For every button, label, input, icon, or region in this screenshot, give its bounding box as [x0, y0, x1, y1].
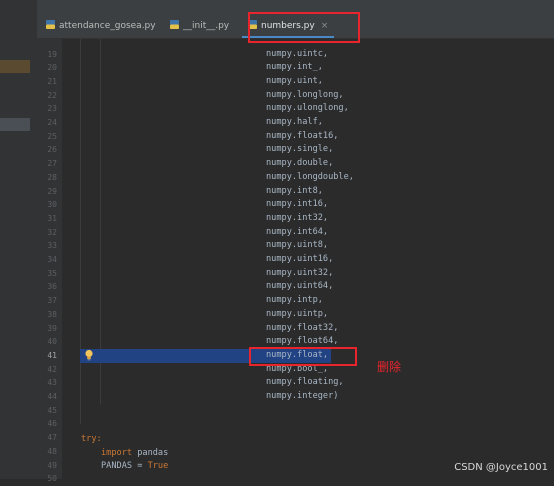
assign-target: PANDAS =	[101, 461, 148, 472]
code-line-try[interactable]: try:	[81, 433, 102, 447]
line-number: 20	[47, 63, 57, 73]
line-number: 28	[47, 172, 57, 182]
keyword-try: try:	[81, 434, 102, 444]
watermark: CSDN @Joyce1001	[454, 462, 548, 473]
code-line[interactable]: numpy.int64,	[266, 226, 328, 240]
tab-init[interactable]: __init__.py	[170, 14, 229, 38]
code-line[interactable]: numpy.int32,	[266, 212, 328, 226]
line-number: 25	[47, 131, 57, 141]
line-number: 27	[47, 159, 57, 169]
python-file-icon	[46, 20, 55, 29]
line-number: 39	[47, 323, 57, 333]
code-line[interactable]: numpy.int_,	[266, 61, 323, 75]
line-number: 49	[47, 460, 57, 470]
line-number: 42	[47, 364, 57, 374]
code-line[interactable]: numpy.uint16,	[266, 253, 333, 267]
line-number: 32	[47, 227, 57, 237]
line-number: 23	[47, 104, 57, 114]
code-line[interactable]: numpy.longdouble,	[266, 171, 354, 185]
line-number: 41	[47, 350, 57, 360]
code-line[interactable]: numpy.half,	[266, 116, 323, 130]
tab-attendance-gosea[interactable]: attendance_gosea.py	[46, 14, 156, 38]
code-line[interactable]: numpy.float16,	[266, 130, 338, 144]
code-line[interactable]: numpy.intp,	[266, 294, 323, 308]
line-number: 38	[47, 309, 57, 319]
line-number: 47	[47, 433, 57, 443]
line-number: 46	[47, 419, 57, 429]
code-line[interactable]: numpy.int8,	[266, 185, 323, 199]
line-number: 35	[47, 268, 57, 278]
line-number: 33	[47, 241, 57, 251]
code-line[interactable]: numpy.uint,	[266, 75, 323, 89]
keyword-true: True	[147, 461, 169, 472]
line-number: 37	[47, 296, 57, 306]
line-number: 30	[47, 200, 57, 210]
code-line[interactable]: numpy.uintc,	[266, 48, 328, 62]
code-line[interactable]: numpy.single,	[266, 143, 333, 157]
code-line[interactable]: numpy.float32,	[266, 322, 338, 336]
import-module: pandas	[132, 447, 169, 458]
line-number: 44	[47, 392, 57, 401]
line-number: 34	[47, 255, 57, 264]
highlight-box-tab	[248, 12, 360, 43]
python-file-icon	[170, 20, 179, 29]
highlight-box-line	[249, 347, 357, 366]
code-line[interactable]: numpy.ulonglong,	[266, 102, 349, 116]
code-line[interactable]: numpy.uintp,	[266, 308, 328, 322]
line-number: 24	[47, 118, 57, 127]
line-number: 36	[47, 282, 57, 292]
annotation-delete: 删除	[377, 360, 402, 374]
line-number: 29	[47, 186, 57, 196]
tab-label: attendance_gosea.py	[59, 21, 156, 31]
code-line[interactable]: numpy.double,	[266, 157, 333, 171]
code-line[interactable]: numpy.uint8,	[266, 239, 328, 253]
code-line[interactable]: numpy.uint64,	[266, 280, 333, 294]
project-tree-row[interactable]	[0, 118, 30, 131]
line-number: 21	[47, 76, 57, 86]
line-number: 40	[47, 337, 57, 347]
line-number: 48	[47, 446, 57, 456]
code-line[interactable]: numpy.longlong,	[266, 89, 344, 103]
line-number: 22	[47, 90, 57, 100]
project-tree-selected-row[interactable]	[0, 60, 30, 73]
code-line-pandas-assign[interactable]: PANDAS = True	[101, 460, 168, 474]
code-line[interactable]: numpy.uint32,	[266, 267, 333, 281]
line-number: 50	[47, 474, 57, 484]
lightbulb-icon[interactable]	[84, 349, 94, 361]
line-number: 43	[47, 378, 57, 388]
line-number: 31	[47, 213, 57, 223]
project-panel-strip	[0, 0, 37, 479]
code-line-import[interactable]: import pandas	[101, 447, 168, 461]
code-line[interactable]: numpy.integer)	[266, 390, 338, 404]
line-number: 26	[47, 145, 57, 155]
code-line[interactable]: numpy.floating,	[266, 376, 344, 390]
keyword-import: import	[101, 447, 133, 458]
line-number: 45	[47, 405, 57, 415]
indent-guide	[80, 39, 81, 424]
line-number: 19	[47, 49, 57, 59]
code-line[interactable]: numpy.int16,	[266, 198, 328, 212]
tab-label: __init__.py	[183, 21, 230, 31]
